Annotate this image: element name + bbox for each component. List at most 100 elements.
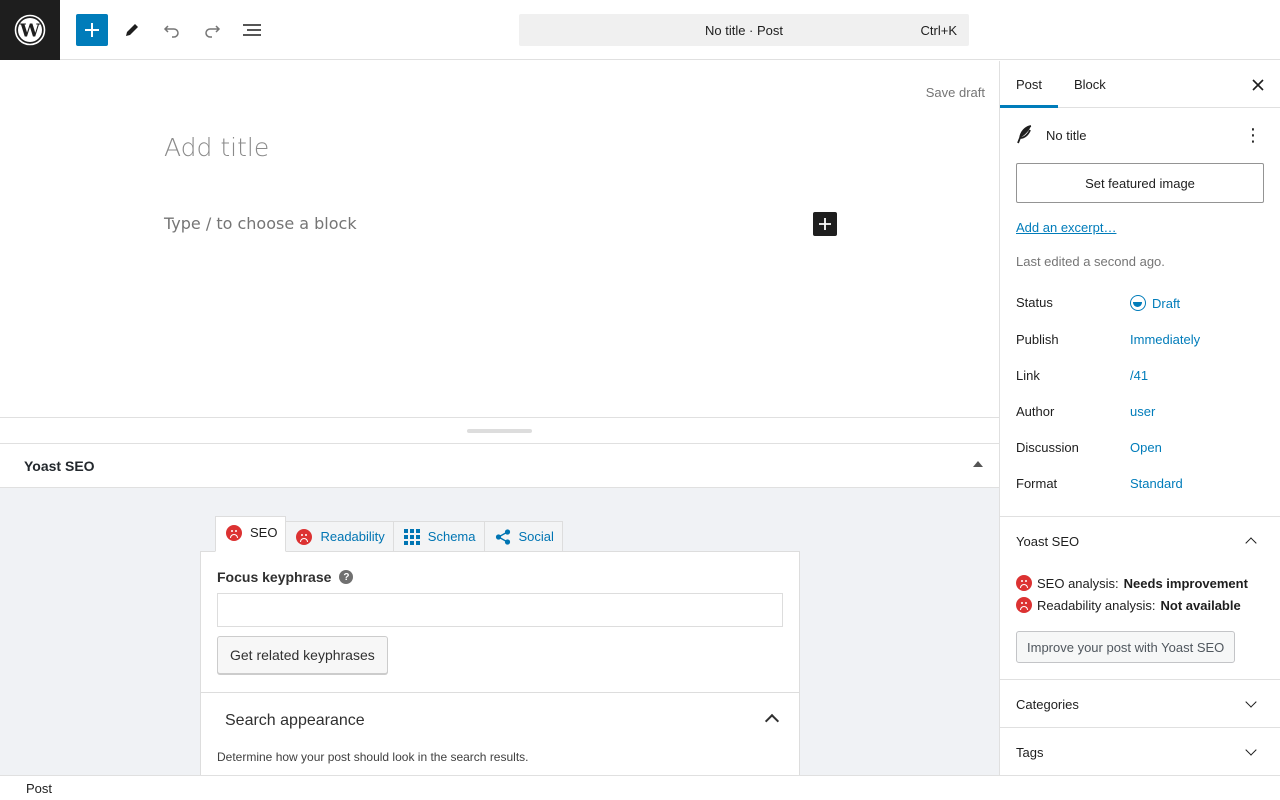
- tags-title: Tags: [1016, 745, 1044, 760]
- categories-panel[interactable]: Categories: [1000, 679, 1280, 727]
- author-label: Author: [1016, 404, 1055, 419]
- tab-readability[interactable]: Readability: [285, 521, 394, 552]
- focus-keyphrase-text: Focus keyphrase: [217, 569, 332, 585]
- close-icon: [1252, 79, 1264, 91]
- tab-seo[interactable]: SEO: [215, 516, 287, 552]
- last-edited-text: Last edited a second ago.: [1016, 254, 1165, 269]
- list-view-icon: [243, 24, 261, 36]
- undo-icon: [163, 25, 179, 38]
- undo-button[interactable]: [156, 14, 188, 46]
- sidebar-tabs: Post Block: [1000, 61, 1280, 108]
- tab-label: Readability: [320, 529, 385, 544]
- categories-title: Categories: [1016, 697, 1079, 712]
- status-row: Status Draft: [1016, 295, 1266, 315]
- format-row: Format Standard: [1016, 476, 1266, 496]
- publish-label: Publish: [1016, 332, 1059, 347]
- sad-face-icon: [1016, 575, 1032, 591]
- sad-face-icon: [1016, 597, 1032, 613]
- more-options-icon[interactable]: ⋮: [1244, 125, 1262, 145]
- quill-icon: [1017, 125, 1032, 144]
- command-shortcut: Ctrl+K: [920, 23, 957, 38]
- set-featured-image-button[interactable]: Set featured image: [1016, 163, 1264, 203]
- draft-status-icon: [1130, 295, 1146, 311]
- author-row: Author user: [1016, 404, 1266, 424]
- readability-analysis-row: Readability analysis: Not available: [1016, 597, 1241, 613]
- default-block-appender[interactable]: Type / to choose a block: [164, 214, 357, 233]
- chevron-up-icon[interactable]: [1245, 537, 1257, 549]
- divider: [201, 692, 799, 693]
- status-label: Status: [1016, 295, 1053, 310]
- tab-post[interactable]: Post: [1000, 61, 1058, 108]
- metabox-title: Yoast SEO: [24, 458, 95, 474]
- document-overview-button[interactable]: [236, 14, 268, 46]
- focus-keyphrase-input[interactable]: [217, 593, 783, 627]
- discussion-label: Discussion: [1016, 440, 1079, 455]
- command-palette-bar[interactable]: No title · Post Ctrl+K: [519, 14, 969, 46]
- yoast-panel-title[interactable]: Yoast SEO: [1016, 534, 1079, 549]
- sad-face-icon: [296, 528, 313, 545]
- readability-analysis-label: Readability analysis:: [1037, 597, 1156, 613]
- tab-block[interactable]: Block: [1058, 61, 1122, 108]
- chevron-down-icon: [1245, 696, 1257, 708]
- discussion-row: Discussion Open: [1016, 440, 1266, 460]
- help-icon[interactable]: ?: [339, 570, 354, 584]
- resize-handle[interactable]: [467, 429, 532, 433]
- wordpress-icon: W: [14, 14, 46, 46]
- share-icon: [495, 528, 510, 545]
- settings-sidebar: Post Block No title ⋮ Set featured image…: [999, 61, 1280, 775]
- grid-icon: [403, 528, 420, 545]
- author-value-button[interactable]: user: [1130, 404, 1155, 419]
- chevron-up-icon[interactable]: [764, 713, 780, 729]
- yoast-tabs: SEO Readability Schema Social: [200, 516, 563, 552]
- format-value-button[interactable]: Standard: [1130, 476, 1183, 491]
- publish-value-button[interactable]: Immediately: [1130, 332, 1200, 347]
- yoast-metabox-header[interactable]: Yoast SEO: [0, 443, 999, 488]
- post-card-title: No title: [1046, 127, 1087, 143]
- tab-label: Schema: [427, 529, 476, 544]
- search-appearance-description: Determine how your post should look in t…: [217, 750, 529, 764]
- focus-keyphrase-label: Focus keyphrase ?: [217, 569, 354, 585]
- post-title-input[interactable]: Add title: [164, 133, 269, 162]
- svg-text:W: W: [19, 21, 41, 42]
- tools-button[interactable]: [116, 14, 148, 46]
- tab-social[interactable]: Social: [483, 521, 563, 552]
- format-label: Format: [1016, 476, 1058, 491]
- tab-label: Social: [518, 529, 554, 544]
- seo-panel: Focus keyphrase ? Get related keyphrases…: [200, 551, 800, 776]
- collapse-toggle-icon[interactable]: [973, 461, 983, 467]
- wordpress-logo-button[interactable]: W: [0, 0, 60, 60]
- inline-add-block-button[interactable]: [813, 212, 837, 236]
- plus-icon: [85, 23, 99, 37]
- metabox-resize-bar[interactable]: [0, 417, 999, 443]
- add-block-button[interactable]: [76, 14, 108, 46]
- seo-analysis-row: SEO analysis: Needs improvement: [1016, 575, 1248, 591]
- tab-label: SEO: [250, 525, 278, 540]
- editor-canvas: Save draft Add title Type / to choose a …: [0, 61, 999, 418]
- status-value: Draft: [1152, 295, 1181, 311]
- get-related-keyphrases-button[interactable]: Get related keyphrases: [217, 636, 388, 674]
- breadcrumb-post[interactable]: Post: [26, 781, 52, 796]
- pencil-icon: [126, 24, 138, 36]
- chevron-down-icon: [1245, 744, 1257, 756]
- sad-face-icon: [226, 524, 242, 541]
- command-title: No title · Post: [704, 22, 784, 38]
- redo-button[interactable]: [196, 14, 228, 46]
- post-card: No title: [1016, 125, 1266, 145]
- seo-analysis-label: SEO analysis:: [1037, 575, 1119, 591]
- tags-panel[interactable]: Tags: [1000, 727, 1280, 775]
- status-value-button[interactable]: Draft: [1130, 295, 1180, 311]
- seo-analysis-value: Needs improvement: [1123, 575, 1248, 591]
- discussion-value-button[interactable]: Open: [1130, 440, 1162, 455]
- save-draft-button[interactable]: Save draft: [926, 85, 985, 100]
- block-breadcrumb-bar: Post: [0, 775, 1280, 800]
- readability-analysis-value: Not available: [1160, 597, 1241, 613]
- search-appearance-title[interactable]: Search appearance: [225, 712, 365, 730]
- editor-header: W No title · Post Ctrl+K: [0, 0, 1280, 60]
- link-value-button[interactable]: /41: [1130, 368, 1148, 383]
- add-excerpt-link[interactable]: Add an excerpt…: [1016, 220, 1116, 235]
- tab-schema[interactable]: Schema: [392, 521, 485, 552]
- improve-with-yoast-button[interactable]: Improve your post with Yoast SEO: [1016, 631, 1236, 663]
- plus-icon: [819, 218, 831, 230]
- close-sidebar-button[interactable]: [1248, 75, 1268, 95]
- publish-row: Publish Immediately: [1016, 332, 1266, 352]
